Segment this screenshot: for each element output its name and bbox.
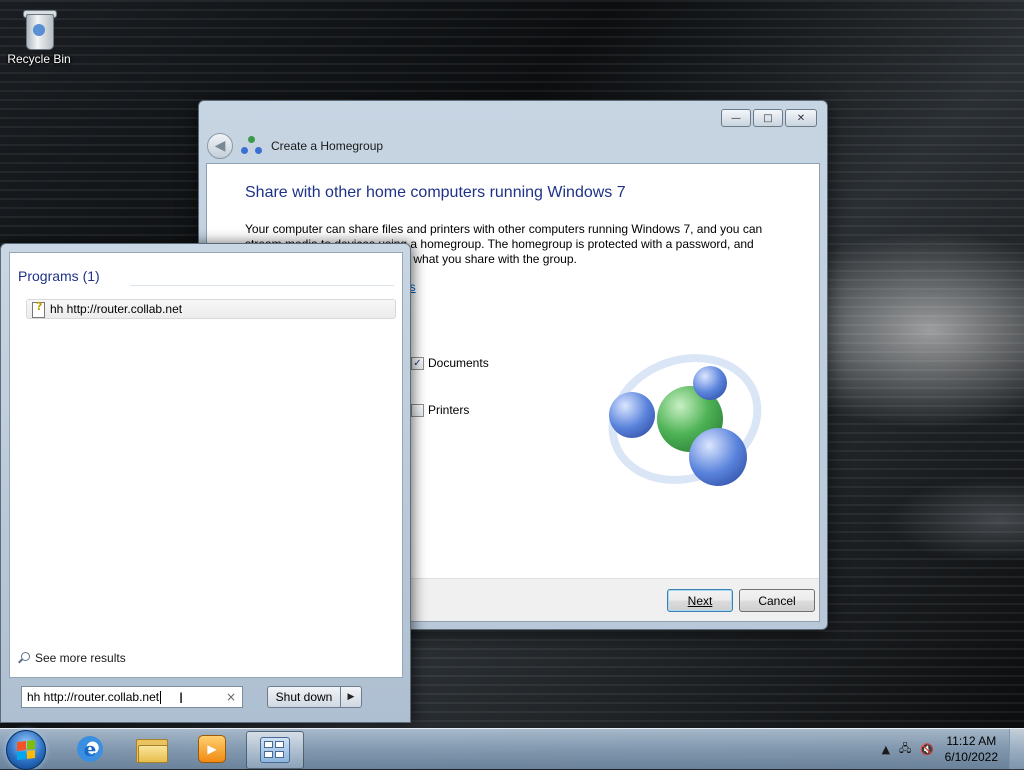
- window-title: Create a Homegroup: [271, 139, 384, 153]
- maximize-button[interactable]: □: [753, 109, 783, 127]
- search-results-pane: Programs (1) ? hh http://router.collab.n…: [9, 252, 403, 678]
- start-button[interactable]: [6, 730, 46, 770]
- shutdown-options-arrow-icon[interactable]: ▶: [340, 686, 362, 708]
- page-heading: Share with other home computers running …: [245, 184, 626, 201]
- taskbar-control-panel[interactable]: [246, 731, 304, 769]
- show-desktop-button[interactable]: [1009, 729, 1024, 769]
- printers-checkbox-row[interactable]: Printers: [411, 403, 469, 417]
- search-icon: [18, 652, 30, 664]
- wizard-header: ◀ Create a Homegroup: [207, 131, 819, 161]
- media-player-icon: ▶: [198, 735, 226, 763]
- recycle-bin-desktop-icon[interactable]: Recycle Bin: [4, 6, 74, 66]
- recycle-bin-label: Recycle Bin: [7, 52, 71, 66]
- windows-logo-icon: [17, 740, 35, 760]
- printers-label: Printers: [428, 403, 470, 417]
- shutdown-control: Shut down ▶: [267, 686, 362, 708]
- notification-area: ▲ 🖧 🔇: [882, 740, 934, 759]
- minimize-button[interactable]: —: [721, 109, 751, 127]
- next-button-label: Next: [687, 593, 713, 608]
- close-button[interactable]: ✕: [785, 109, 817, 127]
- start-search-input[interactable]: hh http://router.collab.net I ×: [21, 686, 243, 708]
- taskbar: e ▶ ▲ 🖧 🔇 11:12 AM 6/10/2022: [0, 728, 1024, 770]
- search-result-label: hh http://router.collab.net: [50, 302, 183, 316]
- documents-checkbox[interactable]: ✓: [411, 356, 424, 370]
- see-more-results-link[interactable]: See more results: [18, 651, 126, 665]
- back-button[interactable]: ◀: [207, 133, 233, 159]
- homegroup-icon: [241, 136, 263, 156]
- start-menu: Programs (1) ? hh http://router.collab.n…: [0, 243, 411, 723]
- taskbar-windows-explorer[interactable]: [123, 731, 179, 767]
- clear-search-icon[interactable]: ×: [226, 690, 236, 704]
- back-arrow-icon: ◀: [214, 138, 226, 154]
- window-controls: — □ ✕: [721, 109, 817, 127]
- text-cursor-icon: I: [179, 691, 184, 707]
- cancel-button[interactable]: Cancel: [739, 589, 815, 612]
- search-result-item[interactable]: ? hh http://router.collab.net: [26, 299, 396, 319]
- network-icon[interactable]: 🖧: [899, 740, 911, 759]
- documents-label: Documents: [428, 356, 489, 370]
- taskbar-media-player[interactable]: ▶: [184, 731, 240, 767]
- folder-icon: [136, 737, 168, 763]
- homegroup-graphic: [590, 333, 780, 505]
- show-hidden-icons-chevron-icon[interactable]: ▲: [882, 743, 890, 756]
- printers-checkbox[interactable]: [411, 403, 424, 417]
- shutdown-button[interactable]: Shut down: [267, 686, 340, 708]
- internet-explorer-icon: e: [77, 736, 103, 762]
- see-more-results-label: See more results: [35, 651, 126, 665]
- group-divider: [130, 285, 394, 286]
- search-input-value: hh http://router.collab.net: [27, 690, 160, 704]
- volume-muted-icon[interactable]: 🔇: [920, 743, 934, 756]
- documents-checkbox-row[interactable]: ✓ Documents: [411, 356, 489, 370]
- taskbar-internet-explorer[interactable]: e: [62, 731, 118, 767]
- recycle-bin-icon: [21, 6, 57, 50]
- clock-time: 11:12 AM: [946, 734, 997, 748]
- system-clock[interactable]: 11:12 AM 6/10/2022: [945, 733, 998, 765]
- programs-group-header: Programs (1): [18, 268, 100, 284]
- clock-date: 6/10/2022: [944, 750, 998, 764]
- next-button[interactable]: Next: [667, 589, 733, 612]
- control-panel-icon: [260, 737, 290, 763]
- help-file-icon: ?: [31, 300, 45, 318]
- cancel-button-label: Cancel: [758, 593, 796, 608]
